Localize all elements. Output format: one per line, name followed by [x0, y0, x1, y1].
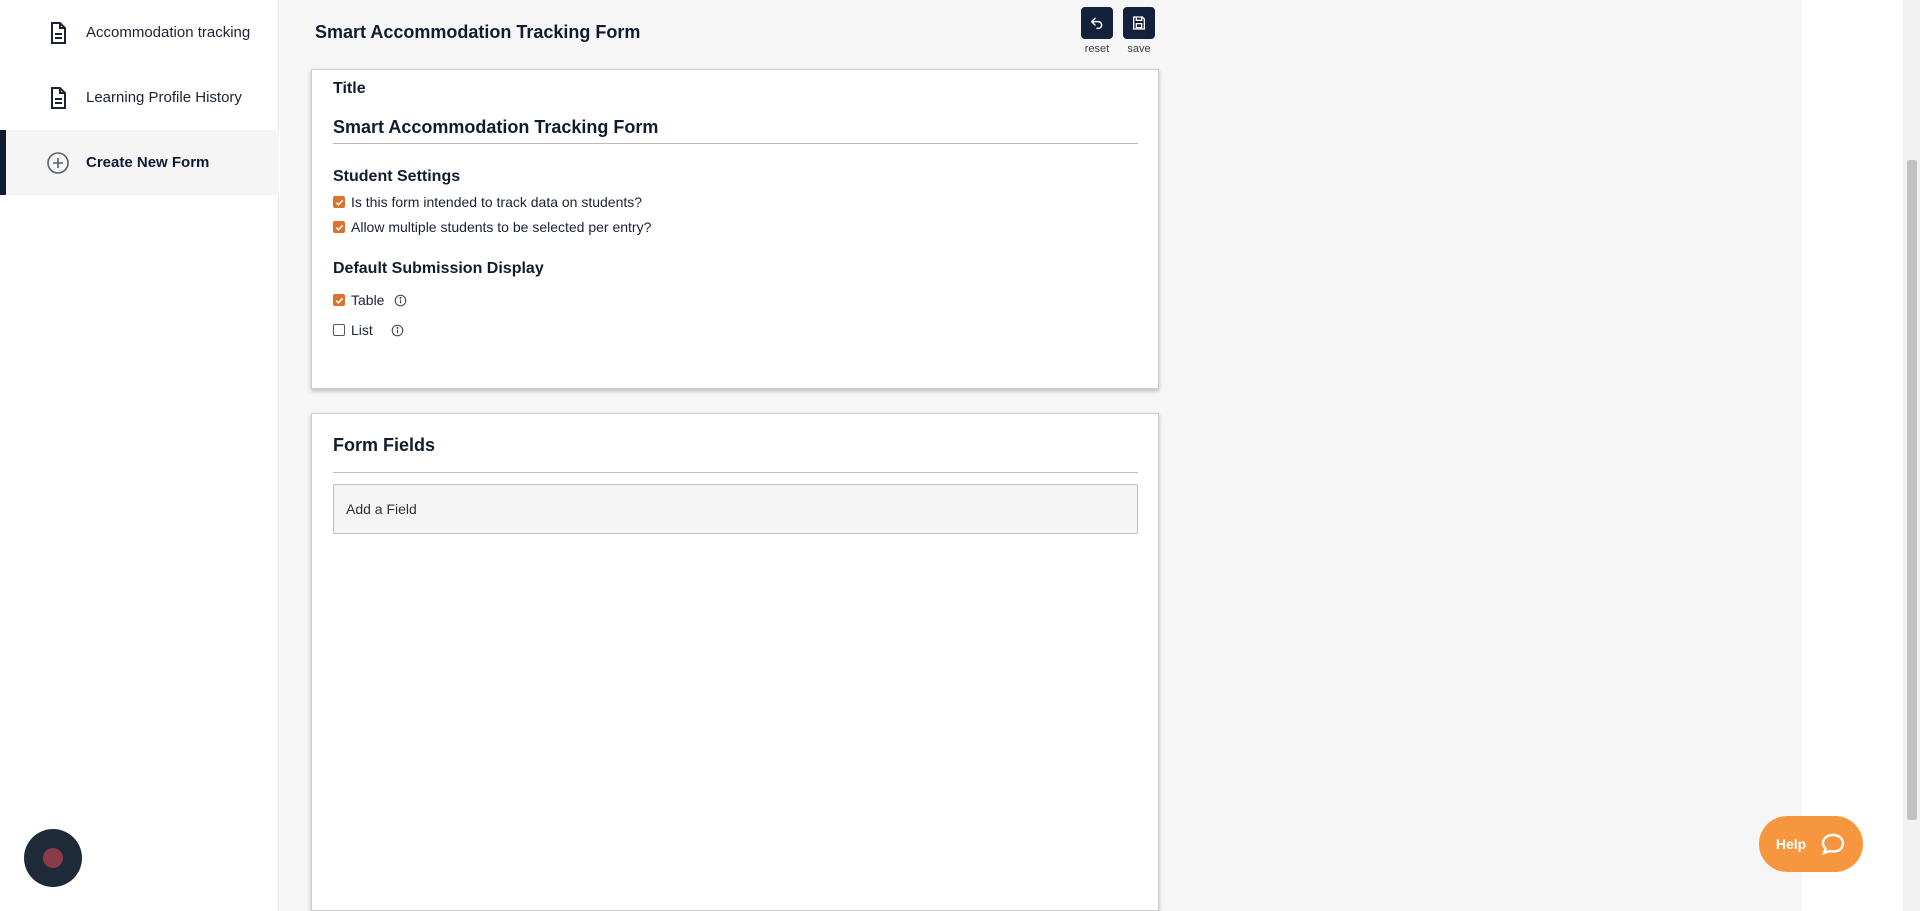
reset-control: reset — [1081, 7, 1113, 55]
info-icon[interactable] — [394, 294, 407, 307]
floppy-disk-icon — [1133, 16, 1145, 30]
checkbox-checked[interactable] — [333, 196, 345, 208]
option-label: Table — [351, 292, 385, 308]
track-students-option[interactable]: Is this form intended to track data on s… — [333, 194, 642, 210]
form-fields-card: Form Fields Add a Field — [311, 413, 1159, 911]
default-submission-display-heading: Default Submission Display — [333, 260, 544, 277]
sidebar-item-label: Accommodation tracking — [86, 24, 251, 41]
save-control: save — [1123, 7, 1155, 55]
divider — [333, 472, 1138, 473]
sidebar-item-label: Create New Form — [86, 154, 210, 171]
help-label: Help — [1775, 836, 1807, 852]
sidebar: Accommodation tracking Learning Profile … — [0, 0, 279, 911]
chat-bubble-icon — [1821, 833, 1845, 856]
form-settings-card: Title Student Settings Is this form inte… — [311, 69, 1159, 389]
sidebar-item-label: Learning Profile History — [86, 89, 242, 106]
info-icon[interactable] — [391, 324, 404, 337]
option-label: Allow multiple students to be selected p… — [351, 219, 652, 235]
display-list-option[interactable]: List — [333, 322, 404, 338]
document-icon — [51, 86, 66, 109]
checkbox-unchecked[interactable] — [333, 324, 345, 336]
display-table-option[interactable]: Table — [333, 292, 407, 308]
multiple-students-option[interactable]: Allow multiple students to be selected p… — [333, 219, 651, 235]
help-button[interactable]: Help — [1759, 816, 1863, 872]
page-gutter — [1802, 0, 1903, 911]
page-title: Smart Accommodation Tracking Form — [315, 22, 641, 42]
scrollbar-thumb[interactable] — [1907, 160, 1917, 820]
plus-circle-icon — [47, 151, 69, 174]
option-label: Is this form intended to track data on s… — [351, 194, 643, 210]
document-icon — [51, 21, 66, 44]
sidebar-item-accommodation-tracking[interactable]: Accommodation tracking — [0, 0, 279, 65]
save-caption: save — [1127, 43, 1151, 55]
scrollbar[interactable] — [1903, 0, 1920, 911]
sidebar-item-learning-profile-history[interactable]: Learning Profile History — [0, 65, 279, 130]
reset-button[interactable] — [1081, 7, 1113, 39]
title-input[interactable] — [333, 112, 1138, 144]
checkbox-checked[interactable] — [333, 294, 345, 306]
checkbox-checked[interactable] — [333, 221, 345, 233]
reset-caption: reset — [1084, 43, 1110, 55]
form-fields-heading: Form Fields — [333, 435, 436, 455]
chat-launcher-button[interactable] — [24, 829, 82, 887]
title-label: Title — [333, 80, 366, 97]
chat-status-icon — [43, 848, 63, 868]
sidebar-item-create-new-form[interactable]: Create New Form — [0, 130, 279, 195]
option-label: List — [351, 322, 373, 338]
undo-icon — [1090, 17, 1103, 30]
app-root: Accommodation tracking Learning Profile … — [0, 0, 1920, 911]
student-settings-heading: Student Settings — [333, 168, 461, 185]
save-button[interactable] — [1123, 7, 1155, 39]
add-field-button[interactable]: Add a Field — [333, 484, 1138, 534]
